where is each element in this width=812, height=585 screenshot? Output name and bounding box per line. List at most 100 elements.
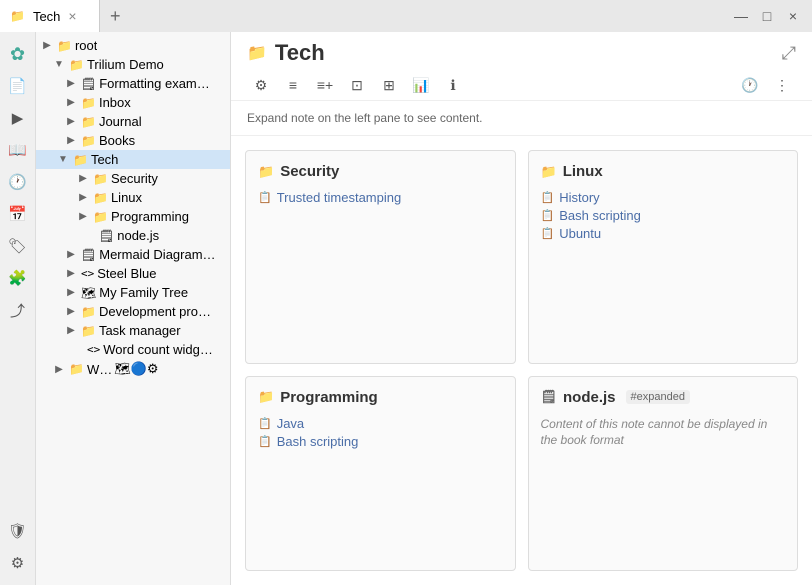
folder-icon: 📁 [81,324,96,338]
programming-title-label: Programming [280,389,378,406]
toggle-family-tree[interactable]: ▶ [64,286,78,300]
new-note-icon[interactable]: 📄 [4,72,32,100]
window-controls: — □ × [722,5,812,27]
toolbar-grid-btn[interactable]: ⊡ [343,72,371,98]
expand-pane-icon[interactable]: ⤢ [782,43,796,64]
link-note-icon: 📋 [541,227,555,240]
toolbar-view-btn[interactable]: ≡ [279,72,307,98]
tree-item-inbox[interactable]: ▶ 📁 Inbox [36,93,230,112]
page-title: Tech [275,40,325,66]
toolbar-settings-btn[interactable]: ⚙ [247,72,275,98]
send-icon[interactable]: ▶ [4,104,32,132]
toolbar-info-btn[interactable]: ℹ [439,72,467,98]
toolbar-chart-btn[interactable]: 📊 [407,72,435,98]
tree-label-formatting: Formatting exam… [99,76,210,91]
bash-scripting-link-linux[interactable]: 📋 Bash scripting [541,208,786,223]
toggle-mermaid[interactable]: ▶ [64,248,78,262]
toggle-journal[interactable]: ▶ [64,115,78,129]
tree-item-linux[interactable]: ▶ 📁 Linux [36,188,230,207]
tree-item-tech[interactable]: ▼ 📁 Tech [36,150,230,169]
trusted-timestamping-link[interactable]: 📋 Trusted timestamping [258,190,503,205]
folder-icon: 📁 [93,210,108,224]
tree-item-word-count[interactable]: <> Word count widg… [36,340,230,359]
tree-item-nodejs[interactable]: 🗒 node.js [36,226,230,245]
tree-label-word-count: Word count widg… [103,342,213,357]
icon-sidebar: ✿ 📄 ▶ 📖 🕐 📅 🏷 🧩 ⤴ 🛡 ⚙ [0,32,36,585]
close-window-button[interactable]: × [782,5,804,27]
folder-icon: 📁 [73,153,88,167]
toggle-programming[interactable]: ▶ [76,210,90,224]
tree-label-security: Security [111,171,158,186]
toggle-development[interactable]: ▶ [64,305,78,319]
toolbar-add-btn[interactable]: ≡+ [311,72,339,98]
toggle-steel-blue[interactable]: ▶ [64,267,78,281]
nodejs-card-title: 🗒 node.js #expanded [541,389,786,406]
toggle-linux[interactable]: ▶ [76,191,90,205]
history-link[interactable]: 📋 History [541,190,786,205]
tech-tab[interactable]: 📁 Tech × [0,0,100,32]
tab-close-button[interactable]: × [68,8,76,24]
tree-label-mermaid: Mermaid Diagram… [99,247,215,262]
toolbar-book-btn[interactable]: ⊞ [375,72,403,98]
toolbar-more-btn[interactable]: ⋮ [768,72,796,98]
tree-item-formatting[interactable]: ▶ 🗒 Formatting exam… [36,74,230,93]
toggle-tech[interactable]: ▼ [56,153,70,167]
note-header: 📁 Tech ⤢ [231,32,812,70]
content-area: 📁 Tech ⤢ ⚙ ≡ ≡+ ⊡ ⊞ 📊 ℹ 🕐 ⋮ Expand note … [231,32,812,585]
book-icon[interactable]: 📖 [4,136,32,164]
tree-item-books[interactable]: ▶ 📁 Books [36,131,230,150]
folder-icon: 📁 [81,134,96,148]
link-note-icon: 📋 [258,417,272,430]
java-link[interactable]: 📋 Java [258,416,503,431]
programming-folder-icon: 📁 [258,389,274,405]
tree-item-family-tree[interactable]: ▶ 🗺 My Family Tree [36,283,230,302]
tree-item-w[interactable]: ▶ 📁 W… 🗺🔵⚙ [36,359,230,379]
tree-item-root[interactable]: ▶ 📁 root [36,36,230,55]
tree-item-task-manager[interactable]: ▶ 📁 Task manager [36,321,230,340]
tree-item-security[interactable]: ▶ 📁 Security [36,169,230,188]
toggle-w[interactable]: ▶ [52,362,66,376]
info-banner: Expand note on the left pane to see cont… [231,101,812,136]
new-tab-button[interactable]: + [100,6,131,27]
tree-label-tech: Tech [91,152,118,167]
tree-item-programming[interactable]: ▶ 📁 Programming [36,207,230,226]
toggle-task-manager[interactable]: ▶ [64,324,78,338]
nodejs-note-text: Content of this note cannot be displayed… [541,416,786,450]
tag-icon[interactable]: 🏷 [4,232,32,260]
expanded-tag: #expanded [626,390,690,404]
linux-card-title: 📁 Linux [541,163,786,180]
toggle-nodejs [82,229,96,243]
bash-scripting-link-prog[interactable]: 📋 Bash scripting [258,434,503,449]
calendar-icon[interactable]: 📅 [4,200,32,228]
shield-icon[interactable]: 🛡 [4,517,32,545]
tree-item-journal[interactable]: ▶ 📁 Journal [36,112,230,131]
tree-label-trilium-demo: Trilium Demo [87,57,164,72]
tree-label-task-manager: Task manager [99,323,181,338]
minimize-button[interactable]: — [730,5,752,27]
tree-item-mermaid[interactable]: ▶ 🗒 Mermaid Diagram… [36,245,230,264]
tree-item-development[interactable]: ▶ 📁 Development pro… [36,302,230,321]
toggle-security[interactable]: ▶ [76,172,90,186]
toggle-inbox[interactable]: ▶ [64,96,78,110]
tree-label-steel-blue: Steel Blue [97,266,156,281]
toggle-root[interactable]: ▶ [40,39,54,53]
security-folder-icon: 📁 [258,164,274,180]
share-icon[interactable]: ⤴ [4,296,32,324]
history-icon[interactable]: 🕐 [4,168,32,196]
toolbar-history-btn[interactable]: 🕐 [736,72,764,98]
main-layout: ✿ 📄 ▶ 📖 🕐 📅 🏷 🧩 ⤴ 🛡 ⚙ ▶ 📁 root ▼ 📁 Trili… [0,32,812,585]
bash-scripting-prog-label: Bash scripting [277,434,359,449]
linux-folder-icon: 📁 [541,164,557,180]
programming-card-title: 📁 Programming [258,389,503,406]
maximize-button[interactable]: □ [756,5,778,27]
plugin-icon[interactable]: 🧩 [4,264,32,292]
tree-item-trilium-demo[interactable]: ▼ 📁 Trilium Demo [36,55,230,74]
folder-icon: 📁 [93,172,108,186]
settings-icon[interactable]: ⚙ [4,549,32,577]
toggle-formatting[interactable]: ▶ [64,77,78,91]
toggle-books[interactable]: ▶ [64,134,78,148]
toggle-trilium-demo[interactable]: ▼ [52,58,66,72]
folder-icon: 📁 [81,96,96,110]
ubuntu-link[interactable]: 📋 Ubuntu [541,226,786,241]
tree-item-steel-blue[interactable]: ▶ <> Steel Blue [36,264,230,283]
